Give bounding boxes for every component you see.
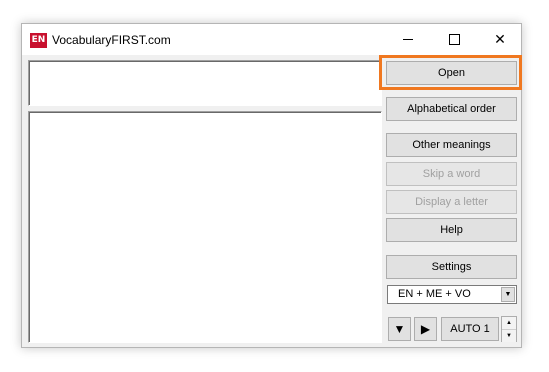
- help-button[interactable]: Help: [386, 218, 517, 242]
- alphabetical-order-button[interactable]: Alphabetical order: [386, 97, 517, 121]
- title-bar: EN VocabularyFIRST.com ✕: [22, 24, 521, 55]
- skip-word-button[interactable]: Skip a word: [386, 162, 517, 186]
- spinner-down-icon[interactable]: ▼: [502, 329, 516, 342]
- close-icon: ✕: [494, 31, 506, 48]
- auto-level-spinner[interactable]: ▲ ▼: [501, 316, 517, 342]
- chevron-down-icon[interactable]: ▼: [501, 287, 515, 302]
- maximize-icon: [448, 34, 460, 45]
- app-window: EN VocabularyFIRST.com ✕ Open Alphabetic…: [21, 23, 522, 348]
- other-meanings-button[interactable]: Other meanings: [386, 133, 517, 157]
- language-combo-value: EN + ME + VO: [398, 288, 471, 300]
- window-title: VocabularyFIRST.com: [52, 33, 171, 47]
- auto-mode-button[interactable]: AUTO 1: [441, 317, 499, 341]
- word-display-panel: [28, 60, 382, 106]
- language-combo-select[interactable]: EN + ME + VO ▼: [387, 285, 517, 304]
- play-button[interactable]: ▶: [414, 317, 437, 341]
- maximize-button[interactable]: [431, 24, 477, 55]
- app-icon: EN: [30, 33, 47, 48]
- close-button[interactable]: ✕: [477, 24, 523, 55]
- meaning-display-panel: [28, 111, 382, 343]
- minimize-icon: [403, 39, 413, 40]
- spinner-up-icon[interactable]: ▲: [502, 317, 516, 329]
- open-button-highlight: [379, 55, 522, 90]
- settings-button[interactable]: Settings: [386, 255, 517, 279]
- display-letter-button[interactable]: Display a letter: [386, 190, 517, 214]
- minimize-button[interactable]: [385, 24, 431, 55]
- down-button[interactable]: ▼: [388, 317, 411, 341]
